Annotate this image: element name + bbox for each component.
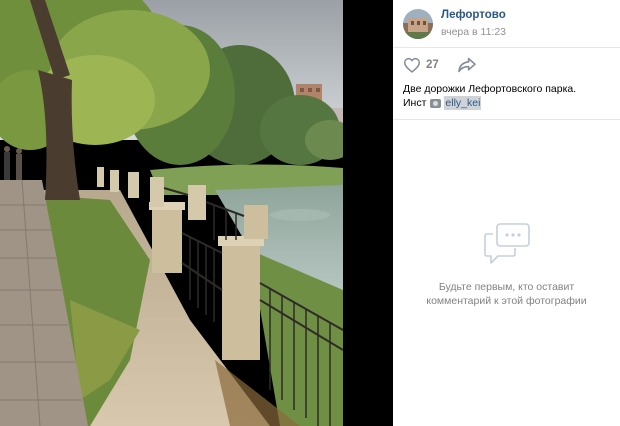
post-actions: 27 xyxy=(393,48,620,82)
divider xyxy=(393,119,620,120)
author-meta: Лефортово вчера в 11:23 xyxy=(441,8,506,39)
park-photo[interactable] xyxy=(0,0,343,426)
photo-backdrop xyxy=(343,0,393,426)
camera-icon xyxy=(430,98,442,108)
avatar[interactable] xyxy=(403,8,433,39)
heart-outline-icon xyxy=(403,57,421,73)
caption-credit: Инст elly_kei xyxy=(403,96,610,110)
post-timestamp[interactable]: вчера в 11:23 xyxy=(441,26,506,39)
like-button[interactable]: 27 xyxy=(403,57,439,73)
caption-prefix: Инст xyxy=(403,97,427,109)
speech-bubbles-icon xyxy=(483,223,530,264)
author-header: Лефортово вчера в 11:23 xyxy=(393,0,620,48)
post-caption: Две дорожки Лефортовского парка. Инст el… xyxy=(393,82,620,110)
author-name-link[interactable]: Лефортово xyxy=(441,8,506,22)
empty-comments: Будьте первым, кто оставит комментарий к… xyxy=(393,222,620,308)
empty-comments-line1: Будьте первым, кто оставит xyxy=(438,281,575,293)
caption-text: Две дорожки Лефортовского парка. xyxy=(403,83,577,95)
post-sidebar: Лефортово вчера в 11:23 27 Две дорожки Л… xyxy=(393,0,620,426)
like-count: 27 xyxy=(426,59,439,71)
empty-comments-text: Будьте первым, кто оставит комментарий к… xyxy=(393,280,620,308)
instagram-handle-link[interactable]: elly_kei xyxy=(444,96,482,110)
share-button[interactable] xyxy=(457,57,477,73)
photo-viewer[interactable] xyxy=(0,0,343,426)
share-arrow-icon xyxy=(457,57,476,73)
empty-comments-line2: комментарий к этой фотографии xyxy=(426,295,587,307)
